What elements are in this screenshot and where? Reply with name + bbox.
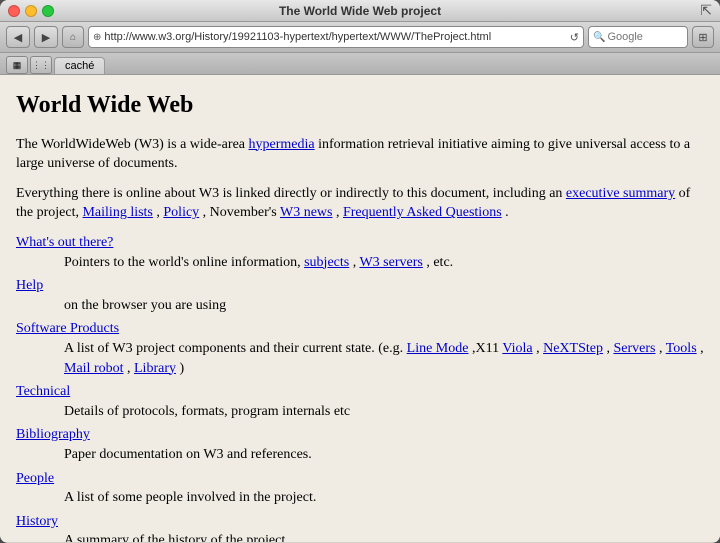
section-help: Help on the browser you are using: [16, 276, 704, 315]
technical-desc: Details of protocols, formats, program i…: [16, 402, 704, 422]
grid-toggle[interactable]: ⋮⋮: [30, 56, 52, 74]
people-desc: A list of some people involved in the pr…: [16, 488, 704, 508]
home-icon[interactable]: ⌂: [70, 32, 76, 43]
library-link[interactable]: Library: [134, 361, 176, 376]
servers-link[interactable]: Servers: [613, 341, 655, 356]
tab-label: caché: [65, 60, 94, 72]
url-bar: ⊕ ↺: [88, 26, 584, 48]
bibliography-link[interactable]: Bibliography: [16, 427, 90, 442]
reload-button[interactable]: ↺: [570, 31, 579, 44]
faq-link[interactable]: Frequently Asked Questions: [343, 205, 502, 220]
browser-window: The World Wide Web project ⇱ ◀ ▶ ⌂ ⊕ ↺ 🔍…: [0, 0, 720, 543]
maximize-button[interactable]: [42, 5, 54, 17]
whats-out-there-link[interactable]: What's out there?: [16, 235, 113, 250]
hypermedia-link[interactable]: hypermedia: [249, 137, 315, 152]
subjects-link[interactable]: subjects: [304, 255, 349, 270]
back-button[interactable]: ◀: [6, 26, 30, 48]
sidebar-toggle[interactable]: ▦: [6, 56, 28, 74]
software-products-desc: A list of W3 project components and thei…: [16, 339, 704, 378]
search-input[interactable]: [607, 31, 677, 43]
section-whats-out-there: What's out there? Pointers to the world'…: [16, 233, 704, 272]
nextstep-link[interactable]: NeXTStep: [543, 341, 603, 356]
section-history: History A summary of the history of the …: [16, 512, 704, 542]
forward-button[interactable]: ▶: [34, 26, 58, 48]
traffic-lights: [8, 5, 54, 17]
paragraph-2: Everything there is online about W3 is l…: [16, 184, 704, 223]
extensions-button[interactable]: ⊞: [692, 26, 714, 48]
url-icon: ⊕: [93, 32, 101, 43]
paragraph-1: The WorldWideWeb (W3) is a wide-area hyp…: [16, 135, 704, 174]
bibliography-desc: Paper documentation on W3 and references…: [16, 445, 704, 465]
tab-cache[interactable]: caché: [54, 57, 105, 74]
tools-link[interactable]: Tools: [666, 341, 697, 356]
help-link[interactable]: Help: [16, 278, 43, 293]
software-products-link[interactable]: Software Products: [16, 321, 119, 336]
page-title: World Wide Web: [16, 89, 704, 123]
url-input[interactable]: [104, 31, 566, 43]
minimize-button[interactable]: [25, 5, 37, 17]
tabbar: ▦ ⋮⋮ caché: [0, 53, 720, 75]
viola-link[interactable]: Viola: [502, 341, 532, 356]
history-desc: A summary of the history of the project.: [16, 531, 704, 542]
history-link[interactable]: History: [16, 514, 58, 529]
section-software-products: Software Products A list of W3 project c…: [16, 319, 704, 378]
policy-link[interactable]: Policy: [163, 205, 199, 220]
resize-icon[interactable]: ⇱: [700, 2, 712, 19]
line-mode-link[interactable]: Line Mode: [407, 341, 469, 356]
page-content: World Wide Web The WorldWideWeb (W3) is …: [0, 75, 720, 542]
window-title: The World Wide Web project: [279, 4, 441, 18]
section-technical: Technical Details of protocols, formats,…: [16, 382, 704, 421]
mailing-lists-link[interactable]: Mailing lists: [82, 205, 152, 220]
technical-link[interactable]: Technical: [16, 384, 70, 399]
executive-summary-link[interactable]: executive summary: [566, 186, 675, 201]
whats-out-there-desc: Pointers to the world's online informati…: [16, 253, 704, 273]
close-button[interactable]: [8, 5, 20, 17]
w3-news-link[interactable]: W3 news: [280, 205, 333, 220]
section-people: People A list of some people involved in…: [16, 469, 704, 508]
people-link[interactable]: People: [16, 471, 54, 486]
w3-servers-link[interactable]: W3 servers: [359, 255, 422, 270]
section-bibliography: Bibliography Paper documentation on W3 a…: [16, 425, 704, 464]
mail-robot-link[interactable]: Mail robot: [64, 361, 124, 376]
toolbar: ◀ ▶ ⌂ ⊕ ↺ 🔍 ⊞: [0, 22, 720, 53]
titlebar: The World Wide Web project ⇱: [0, 0, 720, 22]
search-icon: 🔍: [593, 32, 605, 43]
help-desc: on the browser you are using: [16, 296, 704, 316]
search-bar: 🔍: [588, 26, 688, 48]
